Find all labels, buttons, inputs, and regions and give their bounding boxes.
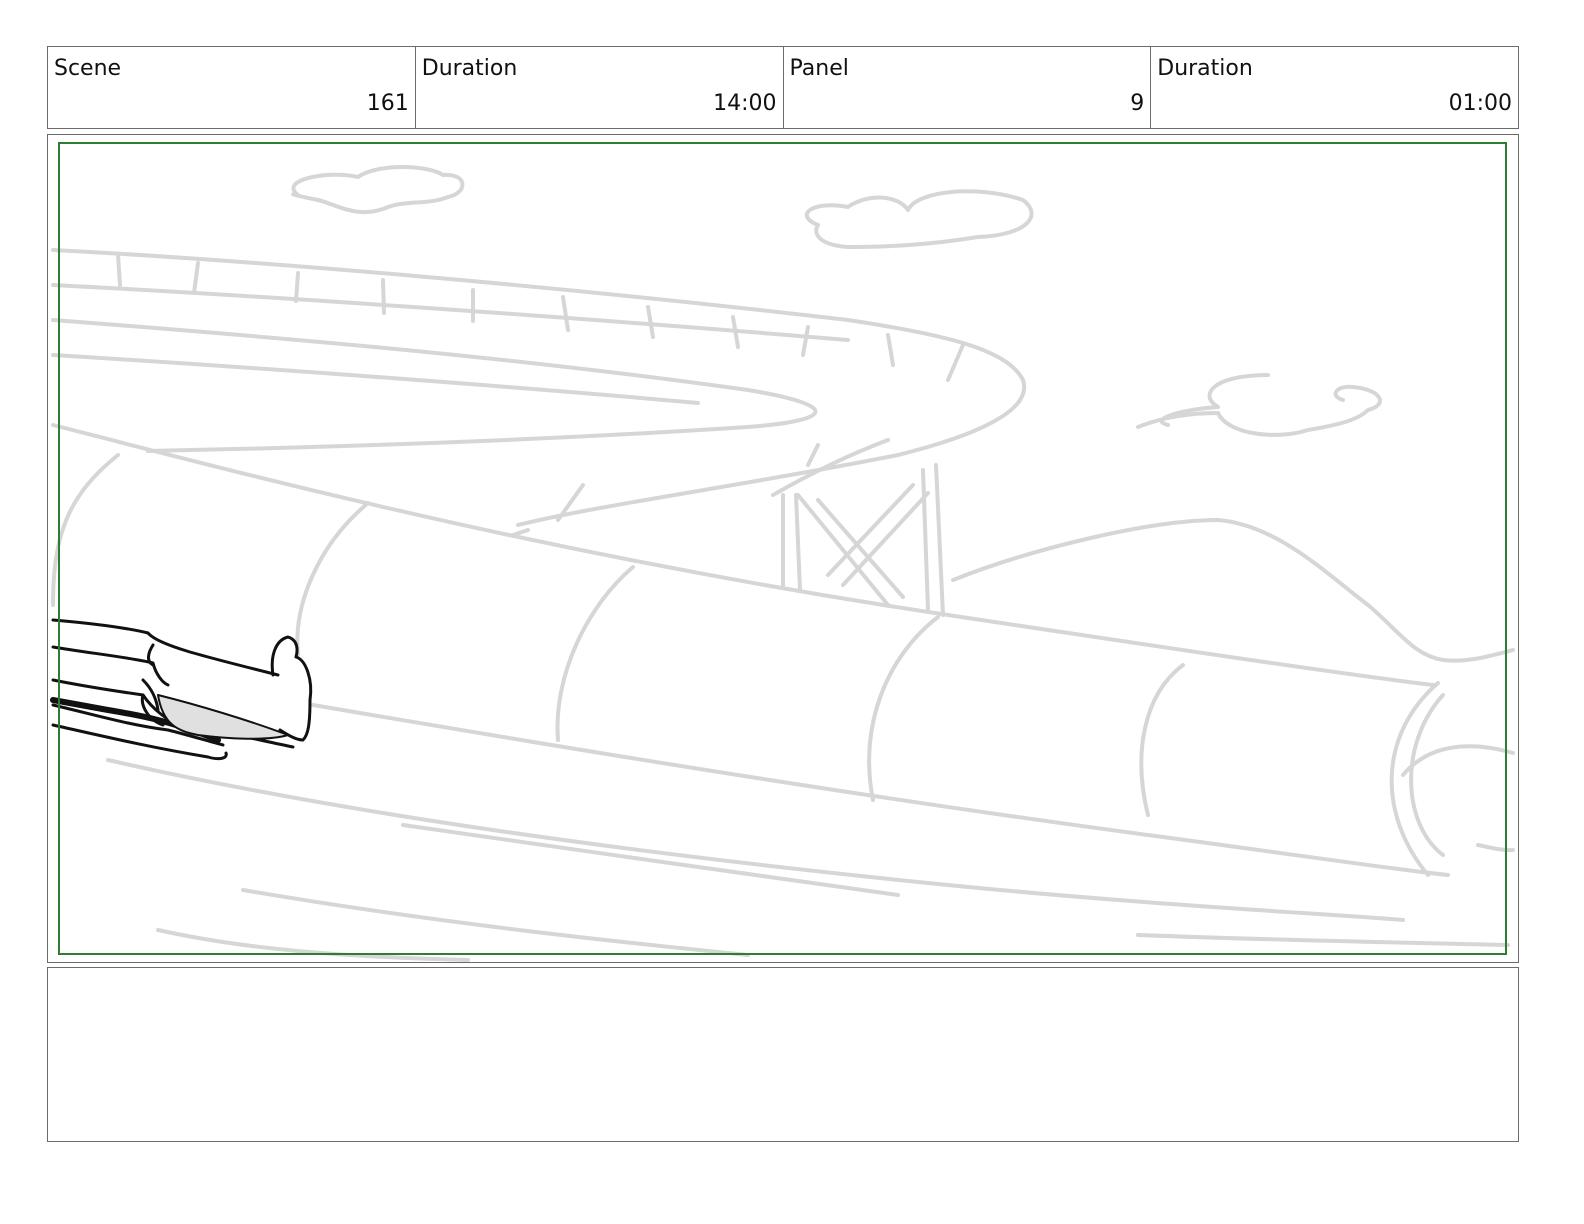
racing-vehicle-sketch — [50, 618, 313, 761]
scene-cell: Scene 161 — [48, 47, 416, 128]
tube-ring-5 — [1139, 663, 1185, 817]
ground-line-3 — [241, 888, 750, 957]
scene-value: 161 — [366, 91, 409, 116]
tube-ring-3 — [555, 565, 635, 742]
scene-duration-value: 14:00 — [713, 91, 777, 116]
scene-duration-label: Duration — [421, 56, 518, 81]
tube-ring-4 — [867, 615, 940, 802]
cloud-left — [291, 165, 465, 215]
upper-track-inner-curve-2 — [51, 353, 700, 405]
panel-cell: Panel 9 — [784, 47, 1152, 128]
panel-duration-label: Duration — [1157, 56, 1253, 81]
tube-end-detail — [1401, 744, 1515, 853]
cloud-right — [1136, 373, 1382, 437]
storyboard-sketch — [50, 142, 1515, 962]
tube-ring-1 — [51, 453, 120, 607]
ground-line-5 — [1136, 933, 1510, 947]
tube-ring-2 — [295, 501, 370, 657]
ground-line-4 — [156, 928, 470, 962]
vehicle-top-line — [51, 618, 280, 677]
upper-track-inner-curve — [51, 318, 818, 453]
track-supports — [511, 483, 585, 537]
panel-duration-value: 01:00 — [1448, 91, 1512, 116]
background-sketch-lines — [51, 165, 1515, 962]
upper-track-inner-rail — [51, 283, 850, 342]
scene-duration-cell: Duration 14:00 — [416, 47, 784, 128]
tube-top-edge — [51, 423, 1435, 687]
panel-duration-cell: Duration 01:00 — [1151, 47, 1518, 128]
panel-info-header: Scene 161 Duration 14:00 Panel 9 Duratio… — [47, 46, 1519, 129]
ground-line-2 — [401, 823, 900, 897]
scene-label: Scene — [54, 56, 122, 81]
vehicle-nose — [270, 635, 313, 742]
storyboard-panel-image — [47, 134, 1519, 963]
tube-end-ring — [1389, 681, 1445, 877]
tube-bottom-edge — [311, 703, 1450, 877]
panel-label: Panel — [789, 56, 849, 81]
panel-value: 9 — [1130, 91, 1145, 116]
distant-hill — [951, 518, 1515, 663]
support-tower-braces — [796, 483, 930, 607]
ground-line — [106, 758, 1405, 922]
cloud-middle — [804, 189, 1034, 249]
panel-notes-box[interactable] — [47, 967, 1519, 1142]
